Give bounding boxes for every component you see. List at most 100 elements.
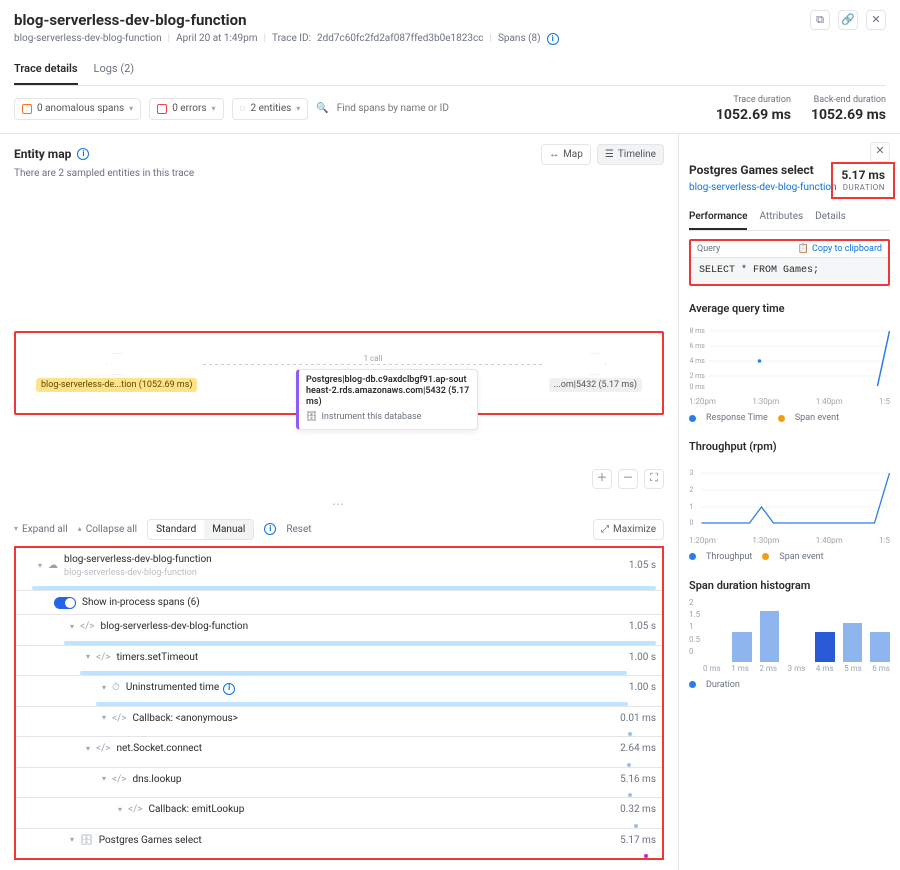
span-name: Postgres Games select (99, 834, 600, 848)
span-duration: 1.05 s (606, 559, 656, 573)
span-name: net.Socket.connect (116, 742, 600, 756)
code-icon: </> (112, 712, 126, 726)
entity-map-canvas[interactable]: blog-serverless-de...tion (1052.69 ms) 1… (14, 331, 664, 415)
duration-badge: 5.17 ms DURATION (831, 162, 895, 199)
search-input[interactable]: 🔍 (316, 101, 708, 117)
collapse-all-button[interactable]: ▴Collapse all (78, 523, 137, 537)
span-table: ▾ ☁ blog-serverless-dev-blog-functionblog-… (14, 546, 664, 860)
histogram-chart[interactable] (704, 602, 890, 662)
maximize-button[interactable]: ⤢Maximize (593, 519, 664, 541)
tab-logs[interactable]: Logs (2) (94, 56, 135, 85)
toggle-inprocess[interactable] (54, 597, 76, 609)
span-row[interactable]: ▾ ☁ blog-serverless-dev-blog-functionblog-… (16, 548, 662, 584)
span-duration: 0.01 ms (606, 712, 656, 726)
zoom-in-icon[interactable]: ＋ (592, 469, 612, 489)
span-duration: 1.00 s (606, 651, 656, 665)
span-row[interactable]: ▾ 🗄 Postgres Games select 5.17 ms (16, 828, 662, 853)
avg-query-chart[interactable]: 8 ms6 ms4 ms2 ms0 ms (689, 321, 890, 391)
span-duration: 5.17 ms (606, 834, 656, 848)
code-icon: </> (128, 803, 142, 817)
throughput-chart[interactable]: 3210 (689, 459, 890, 529)
span-row[interactable]: ▾</>Callback: emitLookup0.32 ms (16, 797, 662, 822)
svg-text:4 ms: 4 ms (690, 357, 706, 365)
chevron-down-icon[interactable]: ▾ (102, 683, 106, 694)
chevron-down-icon[interactable]: ▾ (86, 652, 90, 663)
span-name: dns.lookup (132, 773, 600, 787)
span-row[interactable]: ▾⏱Uninstrumented timei1.00 s (16, 675, 662, 700)
fit-screen-icon[interactable]: ⛶ (644, 469, 664, 489)
filter-entities[interactable]: ◌ 2 entities▾ (232, 98, 309, 120)
chevron-down-icon[interactable]: ▾ (70, 835, 74, 846)
chart-axis: 1:20pm1:30pm1:40pm1:5 (689, 397, 890, 408)
filter-anomalous[interactable]: 0 anomalous spans▾ (14, 98, 141, 120)
tab-performance[interactable]: Performance (689, 205, 747, 231)
span-name: Show in-process spans (6) (82, 596, 600, 610)
view-mode-segment[interactable]: StandardManual (147, 519, 254, 541)
entity-node-app[interactable]: blog-serverless-de...tion (1052.69 ms) (36, 353, 197, 392)
svg-text:8 ms: 8 ms (690, 327, 706, 335)
code-icon: </> (112, 773, 126, 787)
timeline-button[interactable]: ☰Timeline (597, 144, 664, 166)
copy-clipboard-button[interactable]: 📋Copy to clipboard (798, 243, 882, 255)
span-name: blog-serverless-dev-blog-functionblog-se… (64, 553, 600, 579)
chart-axis: 1:20pm1:30pm1:40pm1:5 (689, 536, 890, 547)
expand-all-button[interactable]: ▾Expand all (14, 523, 68, 537)
header-meta: blog-serverless-dev-blog-function| April… (14, 32, 886, 46)
chevron-down-icon[interactable]: ▾ (70, 622, 74, 633)
query-block: Query 📋Copy to clipboard SELECT * FROM G… (689, 239, 890, 286)
database-icon: 🗄 (306, 411, 317, 423)
info-icon[interactable]: i (77, 148, 89, 160)
entity-edge: 1 call (203, 364, 542, 365)
code-icon: </> (96, 742, 110, 756)
entity-tooltip: Postgres|blog-db.c9axdclbgf91.ap-southea… (296, 369, 478, 430)
copy-page-icon[interactable]: ⧉ (810, 10, 830, 30)
zoom-out-icon[interactable]: － (618, 469, 638, 489)
chevron-down-icon[interactable]: ▾ (38, 561, 42, 572)
map-button[interactable]: ↔Map (541, 144, 591, 166)
clipboard-icon: 📋 (798, 243, 809, 255)
tab-details[interactable]: Details (815, 205, 846, 231)
permalink-icon[interactable]: 🔗 (838, 10, 858, 30)
info-icon[interactable]: i (264, 523, 276, 535)
span-row[interactable]: ▾</>blog-serverless-dev-blog-function1.0… (16, 614, 662, 639)
resize-handle[interactable]: ⋯ (0, 495, 678, 513)
chart-legend: Duration (689, 679, 890, 691)
chevron-down-icon[interactable]: ▾ (102, 713, 106, 724)
hexagon-icon (106, 353, 128, 375)
info-icon[interactable]: i (223, 683, 235, 695)
span-row[interactable]: ▾ </> Callback: <anonymous> 0.01 ms (16, 706, 662, 731)
chevron-down-icon[interactable]: ▾ (118, 805, 122, 816)
span-duration: 2.64 ms (606, 742, 656, 756)
filter-errors[interactable]: 0 errors▾ (149, 98, 223, 120)
panel-close-icon[interactable]: ✕ (870, 142, 890, 162)
svg-text:6 ms: 6 ms (690, 342, 706, 350)
tab-attributes[interactable]: Attributes (759, 205, 803, 231)
panel-entity-link[interactable]: blog-serverless-dev-blog-function (689, 182, 837, 193)
entity-map-title: Entity map (14, 146, 71, 162)
span-row[interactable]: ▾</>timers.setTimeout1.00 s (16, 645, 662, 670)
tab-trace-details[interactable]: Trace details (14, 56, 78, 85)
chevron-down-icon[interactable]: ▾ (86, 744, 90, 755)
cloud-icon: ☁ (48, 559, 58, 573)
svg-text:2: 2 (690, 486, 694, 494)
span-row[interactable]: ▾ </> dns.lookup 5.16 ms (16, 767, 662, 792)
span-row[interactable]: Show in-process spans (6) (16, 590, 662, 615)
entity-node-db[interactable]: ...om|5432 (5.17 ms) (549, 353, 642, 392)
db-icon: 🗄 (80, 834, 93, 848)
span-duration: 1.05 s (606, 620, 656, 634)
page-title: blog-serverless-dev-blog-function (14, 10, 802, 30)
entity-map-subtitle: There are 2 sampled entities in this tra… (0, 167, 678, 181)
query-body: SELECT * FROM Games; (691, 257, 888, 284)
clock-icon: ⏱ (112, 681, 120, 695)
svg-text:0 ms: 0 ms (690, 383, 706, 391)
span-duration: 5.16 ms (606, 773, 656, 787)
span-name: timers.setTimeout (116, 651, 600, 665)
close-icon[interactable]: ✕ (866, 10, 886, 30)
chart-legend: Throughput Span event (689, 551, 890, 563)
chevron-down-icon[interactable]: ▾ (102, 774, 106, 785)
reset-button[interactable]: Reset (286, 523, 311, 537)
chart-title-throughput: Throughput (rpm) (689, 440, 890, 455)
span-name: Callback: emitLookup (148, 803, 600, 817)
span-name: Callback: <anonymous> (132, 712, 600, 726)
info-icon[interactable]: i (547, 33, 559, 45)
